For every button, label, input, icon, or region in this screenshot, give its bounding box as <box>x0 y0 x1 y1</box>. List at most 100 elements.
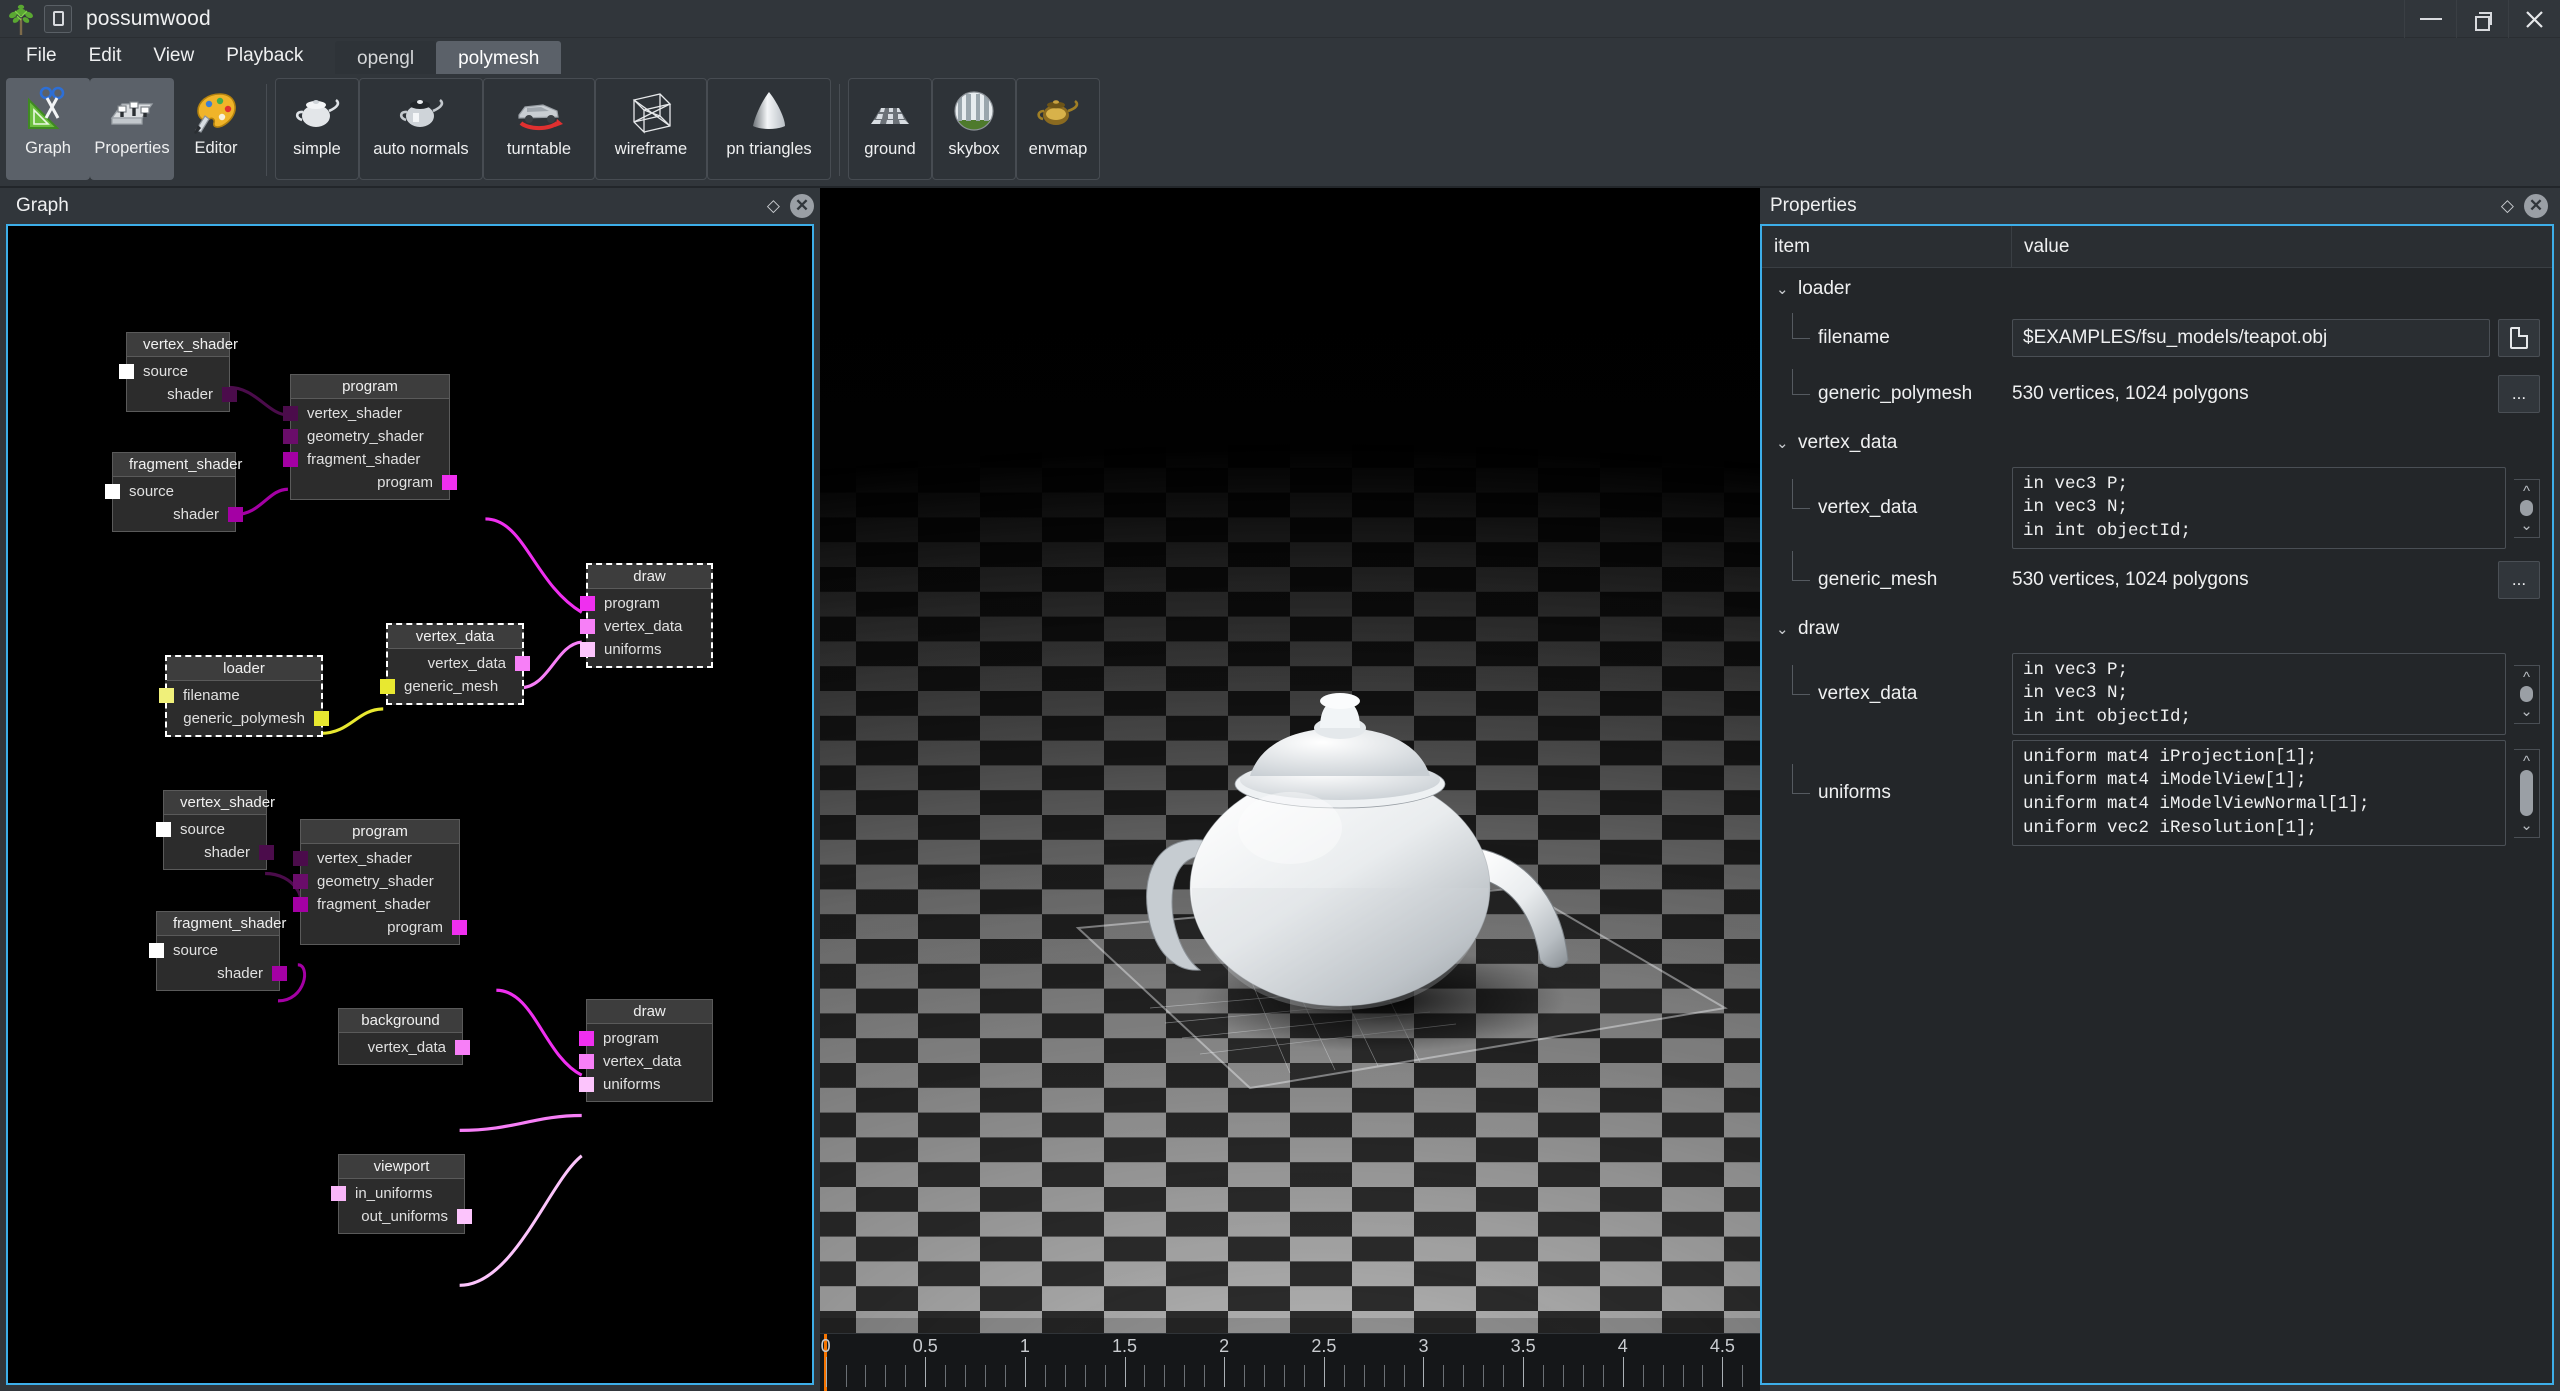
port-generic-mesh[interactable]: generic_mesh <box>380 675 522 698</box>
simple-button[interactable]: simple <box>275 78 359 180</box>
menu-file[interactable]: File <box>10 40 73 72</box>
port-source[interactable]: source <box>156 818 266 841</box>
node-background[interactable]: background vertex_data <box>338 1008 470 1065</box>
timeline-ruler[interactable]: 0 0.5 1 1.5 2 2.5 3 3.5 4 4.5 <box>820 1333 1760 1391</box>
scroll-down-icon[interactable]: ⌄ <box>2520 516 2533 534</box>
node-draw-2[interactable]: draw program vertex_data uniforms <box>579 999 713 1102</box>
port-source[interactable]: source <box>119 360 229 383</box>
port-vertex-shader[interactable]: vertex_shader <box>283 402 449 425</box>
property-row-vertex-data-code[interactable]: vertex_data in vec3 P; in vec3 N; in int… <box>1762 464 2552 552</box>
scroll-down-icon[interactable]: ⌄ <box>2520 702 2533 720</box>
node-vertex-shader-2[interactable]: vertex_shader source shader <box>156 790 275 870</box>
chevron-down-icon[interactable]: ⌄ <box>1776 434 1792 452</box>
port-shader[interactable]: shader <box>127 383 237 406</box>
port-geometry-shader[interactable]: geometry_shader <box>293 870 459 893</box>
property-group-loader[interactable]: ⌄ loader <box>1762 268 2552 310</box>
property-row-uniforms[interactable]: uniforms uniform mat4 iProjection[1]; un… <box>1762 738 2552 848</box>
port-fragment-shader[interactable]: fragment_shader <box>283 448 449 471</box>
port-vertex-data[interactable]: vertex_data <box>339 1036 470 1059</box>
wireframe-button[interactable]: wireframe <box>595 78 707 180</box>
graph-close-icon[interactable]: ✕ <box>790 194 814 218</box>
port-source[interactable]: source <box>105 480 235 503</box>
editor-toggle-button[interactable]: Editor <box>174 78 258 180</box>
node-draw-1[interactable]: draw program vertex_data uniforms <box>580 563 713 668</box>
filename-input[interactable]: $EXAMPLES/fsu_models/teapot.obj <box>2012 319 2490 357</box>
column-header-value[interactable]: value <box>2012 226 2552 267</box>
port-geometry-shader[interactable]: geometry_shader <box>283 425 449 448</box>
generic-polymesh-more-button[interactable]: ... <box>2498 375 2540 413</box>
scroll-thumb[interactable] <box>2520 685 2533 702</box>
port-program[interactable]: program <box>579 1027 712 1050</box>
port-source[interactable]: source <box>149 939 279 962</box>
vertex-data-code-2[interactable]: in vec3 P; in vec3 N; in int objectId; <box>2012 652 2506 736</box>
property-row-filename[interactable]: filename $EXAMPLES/fsu_models/teapot.obj <box>1762 310 2552 366</box>
file-browse-icon[interactable] <box>2498 319 2540 357</box>
port-program[interactable]: program <box>580 592 711 615</box>
scroll-down-icon[interactable]: ⌄ <box>2520 816 2533 834</box>
port-program[interactable]: program <box>301 916 467 939</box>
port-filename[interactable]: filename <box>159 684 321 707</box>
node-fragment-shader-2[interactable]: fragment_shader source shader <box>149 911 287 991</box>
vertex-data-code-1[interactable]: in vec3 P; in vec3 N; in int objectId; <box>2012 466 2506 550</box>
vertex-data-scrollbar-2[interactable]: ^ ⌄ <box>2514 664 2540 724</box>
port-program[interactable]: program <box>291 471 457 494</box>
skybox-button[interactable]: skybox <box>932 78 1016 180</box>
scroll-up-icon[interactable]: ^ <box>2523 753 2530 770</box>
vertex-data-scrollbar-1[interactable]: ^ ⌄ <box>2514 478 2540 538</box>
float-diamond-icon[interactable]: ◇ <box>767 196 780 216</box>
scroll-up-icon[interactable]: ^ <box>2523 483 2530 500</box>
properties-close-icon[interactable]: ✕ <box>2524 194 2548 218</box>
node-loader[interactable]: loader filename generic_polymesh <box>159 655 329 737</box>
node-fragment-shader-1[interactable]: fragment_shader source shader <box>105 452 243 532</box>
tab-polymesh[interactable]: polymesh <box>436 41 562 78</box>
port-vertex-data[interactable]: vertex_data <box>579 1050 712 1073</box>
port-uniforms[interactable]: uniforms <box>579 1073 712 1096</box>
port-shader[interactable]: shader <box>164 841 274 864</box>
chevron-down-icon[interactable]: ⌄ <box>1776 280 1792 298</box>
menu-edit[interactable]: Edit <box>73 40 138 72</box>
scroll-thumb[interactable] <box>2520 499 2533 516</box>
port-fragment-shader[interactable]: fragment_shader <box>293 893 459 916</box>
node-viewport[interactable]: viewport in_uniforms out_uniforms <box>331 1154 472 1234</box>
menu-view[interactable]: View <box>137 40 210 72</box>
port-in-uniforms[interactable]: in_uniforms <box>331 1182 464 1205</box>
port-vertex-shader[interactable]: vertex_shader <box>293 847 459 870</box>
uniforms-code[interactable]: uniform mat4 iProjection[1]; uniform mat… <box>2012 739 2506 847</box>
node-program-2[interactable]: program vertex_shader geometry_shader fr… <box>293 819 467 945</box>
property-group-vertex-data[interactable]: ⌄ vertex_data <box>1762 422 2552 464</box>
maximize-button[interactable] <box>2456 0 2508 38</box>
minimize-button[interactable] <box>2404 0 2456 38</box>
port-generic-polymesh[interactable]: generic_polymesh <box>167 707 329 730</box>
port-out-uniforms[interactable]: out_uniforms <box>339 1205 472 1228</box>
properties-toggle-button[interactable]: Properties <box>90 78 174 180</box>
property-group-draw[interactable]: ⌄ draw <box>1762 608 2552 650</box>
port-shader[interactable]: shader <box>113 503 243 526</box>
3d-viewport[interactable]: 0 0.5 1 1.5 2 2.5 3 3.5 4 4.5 <box>820 188 1760 1391</box>
property-row-draw-vertex-data[interactable]: vertex_data in vec3 P; in vec3 N; in int… <box>1762 650 2552 738</box>
column-header-item[interactable]: item <box>1762 226 2012 267</box>
close-button[interactable] <box>2508 0 2560 38</box>
menu-playback[interactable]: Playback <box>210 40 319 72</box>
property-row-generic-mesh[interactable]: generic_mesh 530 vertices, 1024 polygons… <box>1762 551 2552 608</box>
pn-triangles-button[interactable]: pn triangles <box>707 78 831 180</box>
generic-mesh-more-button[interactable]: ... <box>2498 561 2540 599</box>
node-vertex-data-1[interactable]: vertex_data vertex_data generic_mesh <box>380 623 530 705</box>
graph-toggle-button[interactable]: Graph <box>6 78 90 180</box>
node-vertex-shader-1[interactable]: vertex_shader source shader <box>119 332 238 412</box>
node-program-1[interactable]: program vertex_shader geometry_shader fr… <box>283 374 457 500</box>
port-vertex-data[interactable]: vertex_data <box>580 615 711 638</box>
ground-button[interactable]: ground <box>848 78 932 180</box>
port-uniforms[interactable]: uniforms <box>580 638 711 661</box>
float-diamond-icon[interactable]: ◇ <box>2501 196 2514 216</box>
envmap-button[interactable]: envmap <box>1016 78 1100 180</box>
port-shader[interactable]: shader <box>157 962 287 985</box>
tab-opengl[interactable]: opengl <box>335 41 437 78</box>
turntable-button[interactable]: turntable <box>483 78 595 180</box>
auto-normals-button[interactable]: auto normals <box>359 78 483 180</box>
scroll-up-icon[interactable]: ^ <box>2523 669 2530 686</box>
scroll-thumb[interactable] <box>2520 769 2533 816</box>
uniforms-scrollbar[interactable]: ^ ⌄ <box>2514 748 2540 838</box>
property-row-generic-polymesh[interactable]: generic_polymesh 530 vertices, 1024 poly… <box>1762 366 2552 422</box>
chevron-down-icon[interactable]: ⌄ <box>1776 620 1792 638</box>
port-vertex-data[interactable]: vertex_data <box>388 652 530 675</box>
